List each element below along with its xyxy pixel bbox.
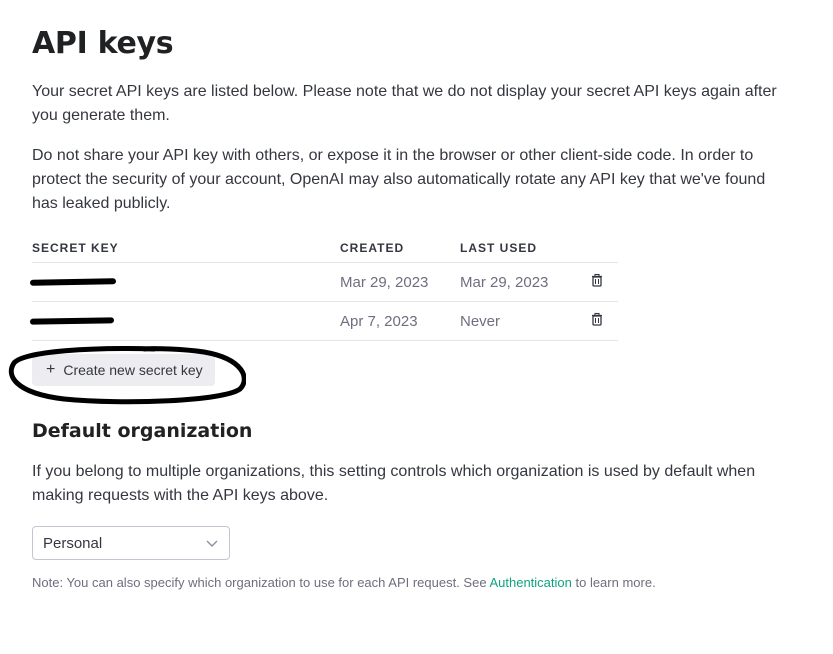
delete-cell: [590, 262, 618, 302]
organization-select[interactable]: Personal: [32, 526, 230, 560]
note-prefix: Note: You can also specify which organiz…: [32, 575, 490, 590]
redacted-key: [29, 317, 115, 325]
table-row: Apr 7, 2023 Never: [29, 301, 618, 341]
authentication-note: Note: You can also specify which organiz…: [32, 575, 656, 590]
warning-text: Do not share your API key with others, o…: [32, 147, 766, 212]
header-last-used: LAST USED: [460, 234, 590, 263]
redacted-key: [29, 278, 117, 286]
header-secret-key: SECRET KEY: [32, 234, 340, 263]
api-keys-table: SECRET KEY CREATED LAST USED Mar 29, 202…: [29, 234, 618, 341]
table-header-row: SECRET KEY CREATED LAST USED: [32, 234, 618, 263]
organization-select-value: Personal: [43, 534, 103, 552]
create-secret-key-button[interactable]: + Create new secret key: [32, 354, 215, 386]
default-organization-description: If you belong to multiple organizations,…: [32, 463, 756, 504]
header-created: CREATED: [340, 234, 460, 263]
header-actions: [590, 234, 618, 263]
secret-key-cell: [29, 262, 340, 302]
last-used-cell: Never: [460, 301, 590, 341]
authentication-link[interactable]: Authentication: [489, 575, 571, 590]
create-secret-key-label: Create new secret key: [63, 362, 203, 378]
default-organization-heading: Default organization: [32, 420, 253, 442]
chevron-down-icon: [205, 535, 219, 552]
trash-icon[interactable]: [590, 312, 604, 326]
secret-key-cell: [29, 301, 340, 341]
table-row: Mar 29, 2023 Mar 29, 2023: [29, 262, 618, 302]
intro-text: Your secret API keys are listed below. P…: [32, 83, 777, 124]
created-cell: Apr 7, 2023: [340, 301, 460, 341]
last-used-cell: Mar 29, 2023: [460, 262, 590, 302]
trash-icon[interactable]: [590, 273, 604, 287]
delete-cell: [590, 301, 618, 341]
page-title: API keys: [32, 26, 174, 61]
plus-icon: +: [46, 361, 56, 378]
created-cell: Mar 29, 2023: [340, 262, 460, 302]
note-suffix: to learn more.: [571, 575, 656, 590]
